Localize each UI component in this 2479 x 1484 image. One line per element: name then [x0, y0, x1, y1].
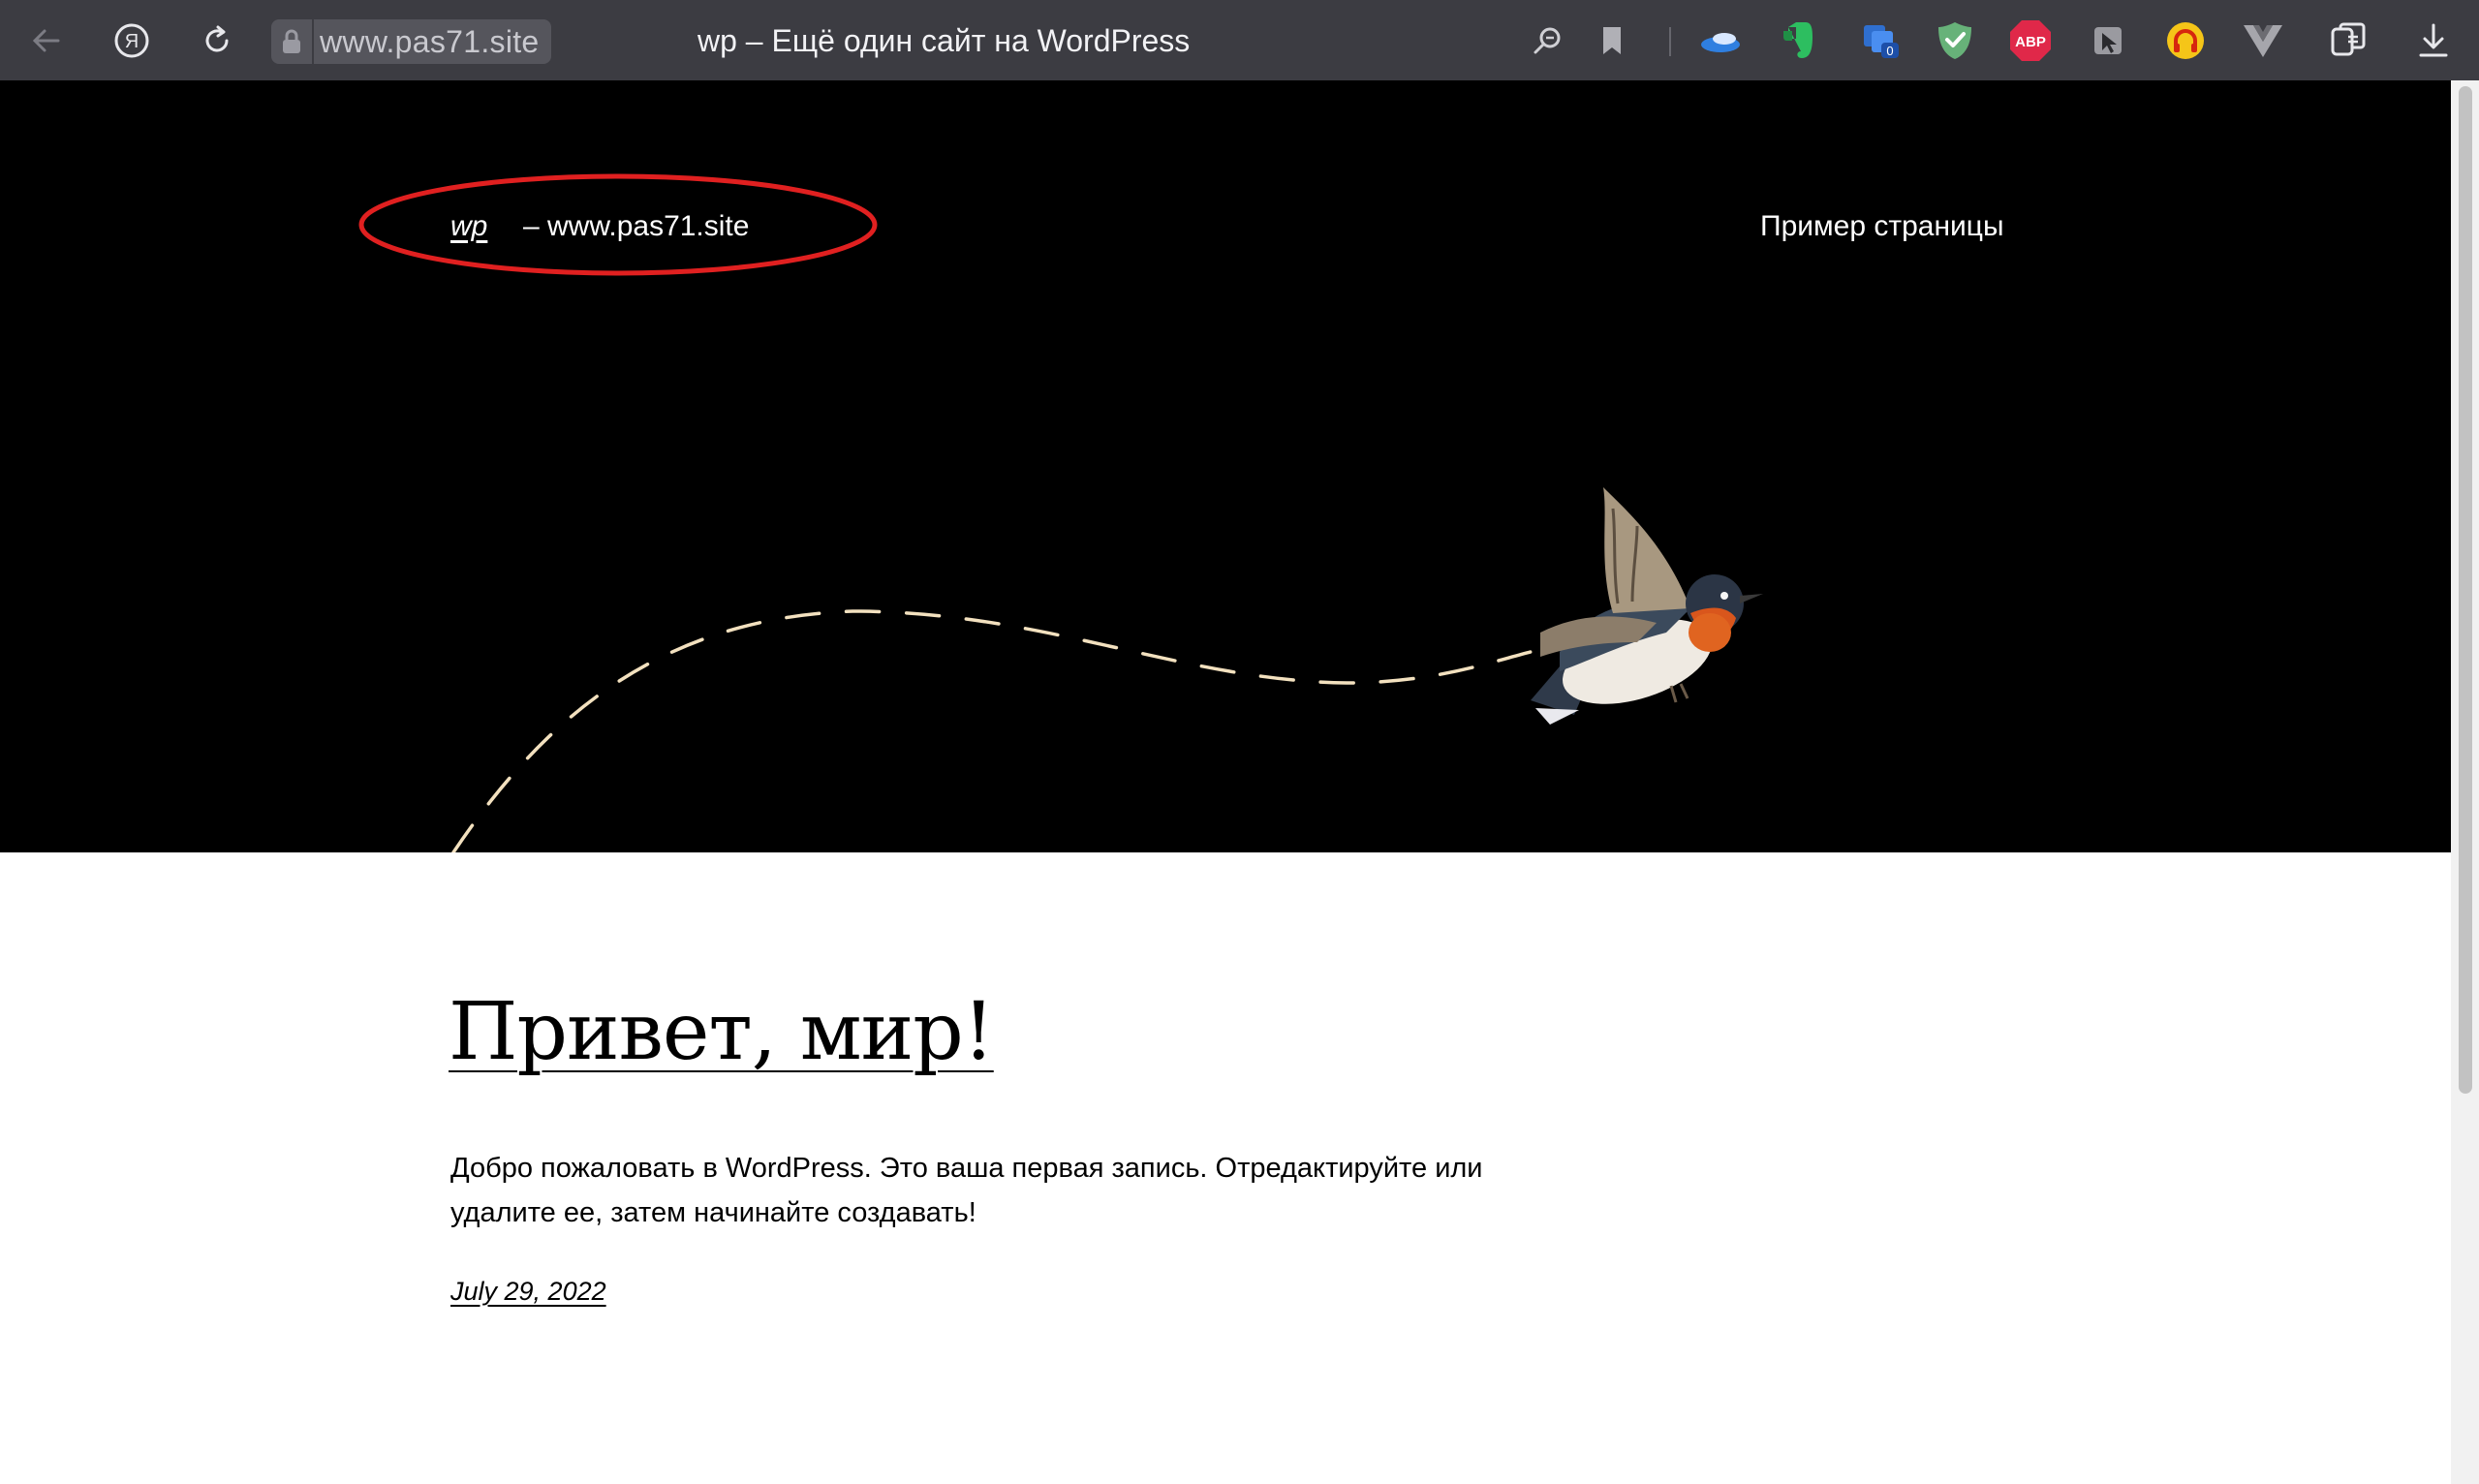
- scrollbar-thumb[interactable]: [2459, 86, 2472, 1094]
- cursor-extension[interactable]: [2081, 14, 2135, 68]
- tab-switcher-button[interactable]: [2321, 14, 2375, 68]
- post-date-link[interactable]: July 29, 2022: [450, 1277, 606, 1307]
- yandex-icon: Я: [114, 23, 149, 58]
- tab-title: wp – Ещё один сайт на WordPress: [697, 23, 1191, 58]
- headphones-extension-icon: [2167, 22, 2204, 59]
- adguard-icon: [1938, 22, 1971, 59]
- vue-devtools-extension[interactable]: [2236, 14, 2290, 68]
- downloads-button[interactable]: [2406, 14, 2461, 68]
- url-text[interactable]: www.pas71.site: [314, 19, 551, 64]
- weather-extension[interactable]: [1693, 14, 1748, 68]
- download-icon: [2419, 23, 2448, 57]
- yandex-button[interactable]: Я: [105, 14, 159, 68]
- post-title-link[interactable]: Привет, мир!: [449, 986, 995, 1078]
- page-viewport: wp – www.pas71.site Пример страницы Прив…: [0, 80, 2451, 1484]
- headphones-extension[interactable]: [2158, 14, 2213, 68]
- annotation-ellipse: [358, 173, 878, 276]
- nav-item-sample-page[interactable]: Пример страницы: [1760, 210, 2004, 243]
- svg-text:ABP: ABP: [2015, 34, 2046, 50]
- reload-icon: [205, 25, 229, 52]
- site-header: wp – www.pas71.site Пример страницы: [0, 80, 2451, 852]
- bird-icon: [1531, 487, 1763, 725]
- vue-devtools-icon: [2244, 25, 2282, 57]
- svg-text:0: 0: [1886, 44, 1893, 58]
- adblock-plus-extension[interactable]: ABP: [2003, 14, 2058, 68]
- browser-toolbar: Я www.pas71.site wp – Ещё один сайт на W…: [0, 0, 2479, 80]
- back-button[interactable]: [19, 14, 74, 68]
- address-bar[interactable]: www.pas71.site: [271, 17, 570, 66]
- adguard-extension[interactable]: [1928, 14, 1982, 68]
- cursor-extension-icon: [2094, 27, 2122, 54]
- tabs-icon: [2331, 22, 2366, 56]
- search-icon: [1534, 27, 1561, 54]
- post-excerpt: Добро пожаловать в WordPress. Это ваша п…: [450, 1153, 1483, 1228]
- adblock-plus-icon: ABP: [2010, 20, 2051, 61]
- search-page-button[interactable]: [1521, 14, 1575, 68]
- evernote-extension[interactable]: [1771, 14, 1825, 68]
- dashed-flight-path: [451, 609, 1533, 852]
- reload-button[interactable]: [190, 14, 244, 68]
- evernote-icon: [1783, 22, 1813, 58]
- scrollbar[interactable]: [2451, 80, 2479, 1484]
- toolbar-divider: [1669, 27, 1671, 56]
- bookmark-button[interactable]: [1585, 14, 1639, 68]
- weather-icon: [1701, 33, 1740, 52]
- tab-counter-icon: 0: [1864, 25, 1899, 58]
- arrow-left-icon: [32, 29, 60, 52]
- svg-text:Я: Я: [125, 31, 139, 52]
- bookmark-icon: [1603, 27, 1621, 54]
- tab-counter-extension[interactable]: 0: [1854, 14, 1908, 68]
- lock-icon: [271, 19, 312, 64]
